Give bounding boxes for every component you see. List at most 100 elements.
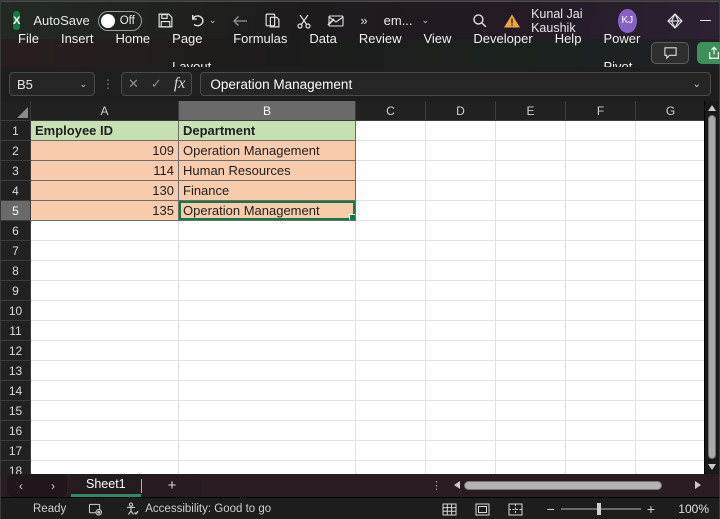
cell-F5[interactable]: [566, 201, 636, 221]
cell-C8[interactable]: [356, 261, 426, 281]
row-header-7[interactable]: 7: [1, 241, 31, 261]
column-header-C[interactable]: C: [356, 101, 426, 121]
cell-D12[interactable]: [426, 341, 496, 361]
row-header-9[interactable]: 9: [1, 281, 31, 301]
cell-D1[interactable]: [426, 121, 496, 141]
scroll-left-icon[interactable]: [454, 481, 460, 489]
row-header-15[interactable]: 15: [1, 401, 31, 421]
cell-A5[interactable]: 135: [31, 201, 179, 221]
row-header-12[interactable]: 12: [1, 341, 31, 361]
row-header-10[interactable]: 10: [1, 301, 31, 321]
cell-B13[interactable]: [179, 361, 356, 381]
cell-E9[interactable]: [496, 281, 566, 301]
next-sheet-icon[interactable]: ›: [51, 479, 55, 493]
cell-E17[interactable]: [496, 441, 566, 461]
cell-C11[interactable]: [356, 321, 426, 341]
row-header-5[interactable]: 5: [1, 201, 31, 221]
cell-G18[interactable]: [636, 461, 706, 474]
cell-E12[interactable]: [496, 341, 566, 361]
cell-C5[interactable]: [356, 201, 426, 221]
cell-G2[interactable]: [636, 141, 706, 161]
cell-A2[interactable]: 109: [31, 141, 179, 161]
cell-D14[interactable]: [426, 381, 496, 401]
cell-A16[interactable]: [31, 421, 179, 441]
cell-E18[interactable]: [496, 461, 566, 474]
cell-A7[interactable]: [31, 241, 179, 261]
cell-F3[interactable]: [566, 161, 636, 181]
cell-B12[interactable]: [179, 341, 356, 361]
cell-C9[interactable]: [356, 281, 426, 301]
cell-G5[interactable]: [636, 201, 706, 221]
enter-formula-button[interactable]: ✓: [151, 76, 162, 92]
cell-B8[interactable]: [179, 261, 356, 281]
cell-E2[interactable]: [496, 141, 566, 161]
scroll-right-icon[interactable]: [695, 481, 701, 489]
column-header-F[interactable]: F: [566, 101, 636, 121]
column-header-B[interactable]: B: [179, 101, 356, 121]
zoom-slider[interactable]: [560, 503, 641, 515]
scrollbar-resize-grip[interactable]: ⋮: [431, 479, 442, 492]
cell-D5[interactable]: [426, 201, 496, 221]
cell-F8[interactable]: [566, 261, 636, 281]
cell-C10[interactable]: [356, 301, 426, 321]
cell-E5[interactable]: [496, 201, 566, 221]
cell-F18[interactable]: [566, 461, 636, 474]
macro-record-button[interactable]: [88, 503, 103, 516]
cell-F13[interactable]: [566, 361, 636, 381]
cell-F12[interactable]: [566, 341, 636, 361]
cell-E10[interactable]: [496, 301, 566, 321]
row-header-8[interactable]: 8: [1, 261, 31, 281]
cell-B4[interactable]: Finance: [179, 181, 356, 201]
cell-A13[interactable]: [31, 361, 179, 381]
cell-D6[interactable]: [426, 221, 496, 241]
cell-D11[interactable]: [426, 321, 496, 341]
cell-C18[interactable]: [356, 461, 426, 474]
cell-B17[interactable]: [179, 441, 356, 461]
cell-B7[interactable]: [179, 241, 356, 261]
cell-G3[interactable]: [636, 161, 706, 181]
cell-D17[interactable]: [426, 441, 496, 461]
row-header-1[interactable]: 1: [1, 121, 31, 141]
cell-E1[interactable]: [496, 121, 566, 141]
cell-A15[interactable]: [31, 401, 179, 421]
cell-A14[interactable]: [31, 381, 179, 401]
cell-C2[interactable]: [356, 141, 426, 161]
cell-E3[interactable]: [496, 161, 566, 181]
vertical-scrollbar[interactable]: [704, 101, 719, 474]
page-layout-view-button[interactable]: [475, 503, 490, 516]
cell-G11[interactable]: [636, 321, 706, 341]
cell-G14[interactable]: [636, 381, 706, 401]
name-box[interactable]: B5 ⌄: [9, 72, 95, 96]
cell-E16[interactable]: [496, 421, 566, 441]
formula-bar-grip[interactable]: ⋮: [102, 77, 114, 91]
cell-G8[interactable]: [636, 261, 706, 281]
cell-G10[interactable]: [636, 301, 706, 321]
row-header-18[interactable]: 18: [1, 461, 31, 474]
cell-B10[interactable]: [179, 301, 356, 321]
cell-D7[interactable]: [426, 241, 496, 261]
cancel-formula-button[interactable]: ✕: [128, 76, 139, 92]
row-header-13[interactable]: 13: [1, 361, 31, 381]
cell-G13[interactable]: [636, 361, 706, 381]
cell-C16[interactable]: [356, 421, 426, 441]
cell-B5[interactable]: Operation Management: [179, 201, 356, 221]
cell-G16[interactable]: [636, 421, 706, 441]
cell-G17[interactable]: [636, 441, 706, 461]
cell-A17[interactable]: [31, 441, 179, 461]
prev-sheet-icon[interactable]: ‹: [19, 479, 23, 493]
vertical-scroll-thumb[interactable]: [708, 115, 716, 459]
cell-C14[interactable]: [356, 381, 426, 401]
cell-G15[interactable]: [636, 401, 706, 421]
cell-E13[interactable]: [496, 361, 566, 381]
cell-G6[interactable]: [636, 221, 706, 241]
cell-F15[interactable]: [566, 401, 636, 421]
column-header-E[interactable]: E: [496, 101, 566, 121]
cell-C3[interactable]: [356, 161, 426, 181]
comments-button[interactable]: [651, 42, 690, 64]
cell-G12[interactable]: [636, 341, 706, 361]
cell-F17[interactable]: [566, 441, 636, 461]
normal-view-button[interactable]: [442, 503, 457, 516]
features-button[interactable]: [666, 12, 684, 30]
cell-A6[interactable]: [31, 221, 179, 241]
cell-C15[interactable]: [356, 401, 426, 421]
